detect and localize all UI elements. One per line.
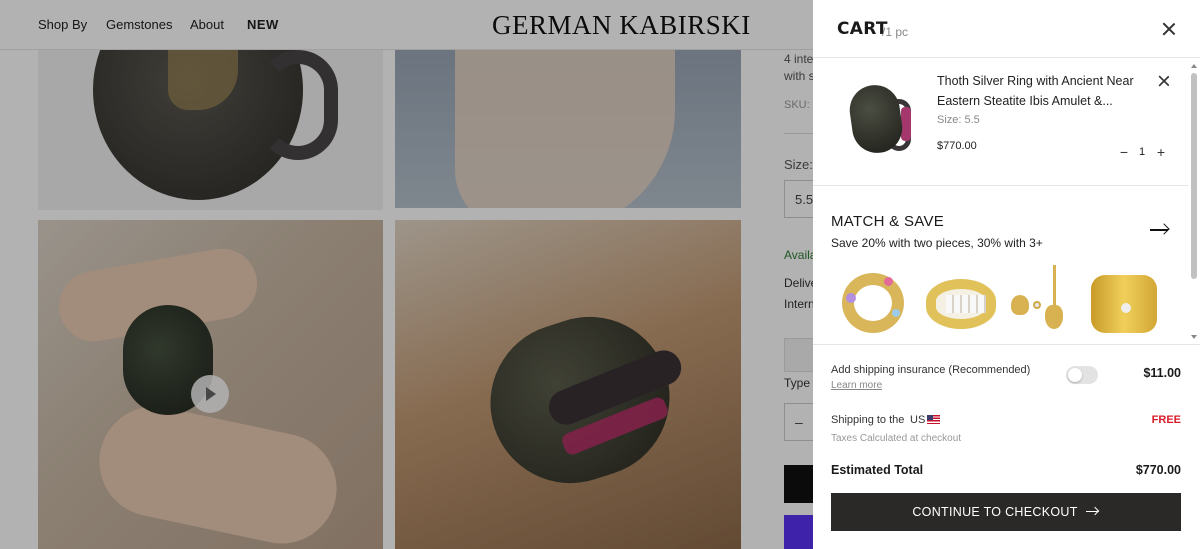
shipping-insurance-toggle[interactable]	[1066, 366, 1098, 384]
modal-backdrop[interactable]	[0, 0, 813, 549]
us-flag-icon	[927, 415, 940, 424]
match-and-save-section: MATCH & SAVE Save 20% with two pieces, 3…	[813, 187, 1188, 344]
cart-line-item: Thoth Silver Ring with Ancient Near East…	[813, 59, 1188, 186]
estimated-total-label: Estimated Total	[831, 463, 924, 477]
close-cart-icon[interactable]	[1162, 22, 1176, 36]
shipping-insurance-price: $11.00	[1143, 366, 1181, 380]
cart-item-image[interactable]	[845, 81, 915, 161]
earring-image	[1045, 305, 1063, 329]
toggle-knob	[1068, 368, 1082, 382]
recommended-product-band[interactable]	[922, 265, 998, 340]
estimated-total-value: $770.00	[1135, 463, 1181, 477]
gemstone-ring-image	[842, 273, 904, 333]
cart-item-size: Size: 5.5	[937, 114, 980, 126]
scrollbar[interactable]	[1188, 59, 1200, 344]
earring-image	[1011, 295, 1029, 315]
match-save-title: MATCH & SAVE	[831, 213, 945, 230]
cart-drawer: CART /1 pc Thoth Silver Ring with Ancien…	[813, 0, 1200, 549]
cart-item-count: /1 pc	[882, 25, 909, 39]
gold-cuff-image	[1091, 275, 1157, 333]
recommended-product-cuff[interactable]	[1085, 265, 1163, 340]
cart-item-title[interactable]: Thoth Silver Ring with Ancient Near East…	[937, 71, 1137, 111]
shipping-insurance-label: Add shipping insurance (Recommended)	[831, 364, 1031, 376]
earring-image	[1033, 301, 1041, 309]
cart-summary: Add shipping insurance (Recommended) Lea…	[813, 344, 1200, 549]
quantity-increase-button[interactable]: +	[1154, 145, 1168, 159]
arrow-right-icon	[1085, 507, 1100, 517]
learn-more-link[interactable]: Learn more	[831, 380, 882, 391]
match-save-subtitle: Save 20% with two pieces, 30% with 3+	[831, 236, 1043, 250]
shipping-to-label: Shipping to the	[831, 414, 905, 426]
cart-title: CART	[837, 19, 888, 39]
checkout-button[interactable]: CONTINUE TO CHECKOUT	[831, 493, 1181, 531]
recommended-product-earrings[interactable]	[1003, 265, 1083, 340]
scroll-up-icon[interactable]	[1191, 64, 1197, 68]
cart-header: CART /1 pc	[813, 0, 1200, 58]
quantity-value[interactable]: 1	[1136, 145, 1148, 159]
scroll-down-icon[interactable]	[1191, 335, 1197, 339]
remove-item-icon[interactable]	[1158, 75, 1170, 87]
gold-band-image	[926, 279, 996, 329]
cart-item-price: $770.00	[937, 140, 977, 152]
taxes-note: Taxes Calculated at checkout	[831, 433, 962, 444]
recommended-product-ring[interactable]	[837, 265, 907, 340]
arrow-right-icon[interactable]	[1150, 223, 1170, 237]
shipping-cost: FREE	[1151, 414, 1181, 426]
scrollbar-thumb[interactable]	[1191, 73, 1197, 279]
ruby-channel-image	[901, 107, 911, 141]
checkout-button-label: CONTINUE TO CHECKOUT	[912, 505, 1078, 519]
quantity-decrease-button[interactable]: −	[1117, 145, 1131, 159]
earring-image	[1053, 265, 1056, 307]
shipping-country[interactable]: US	[910, 414, 925, 426]
